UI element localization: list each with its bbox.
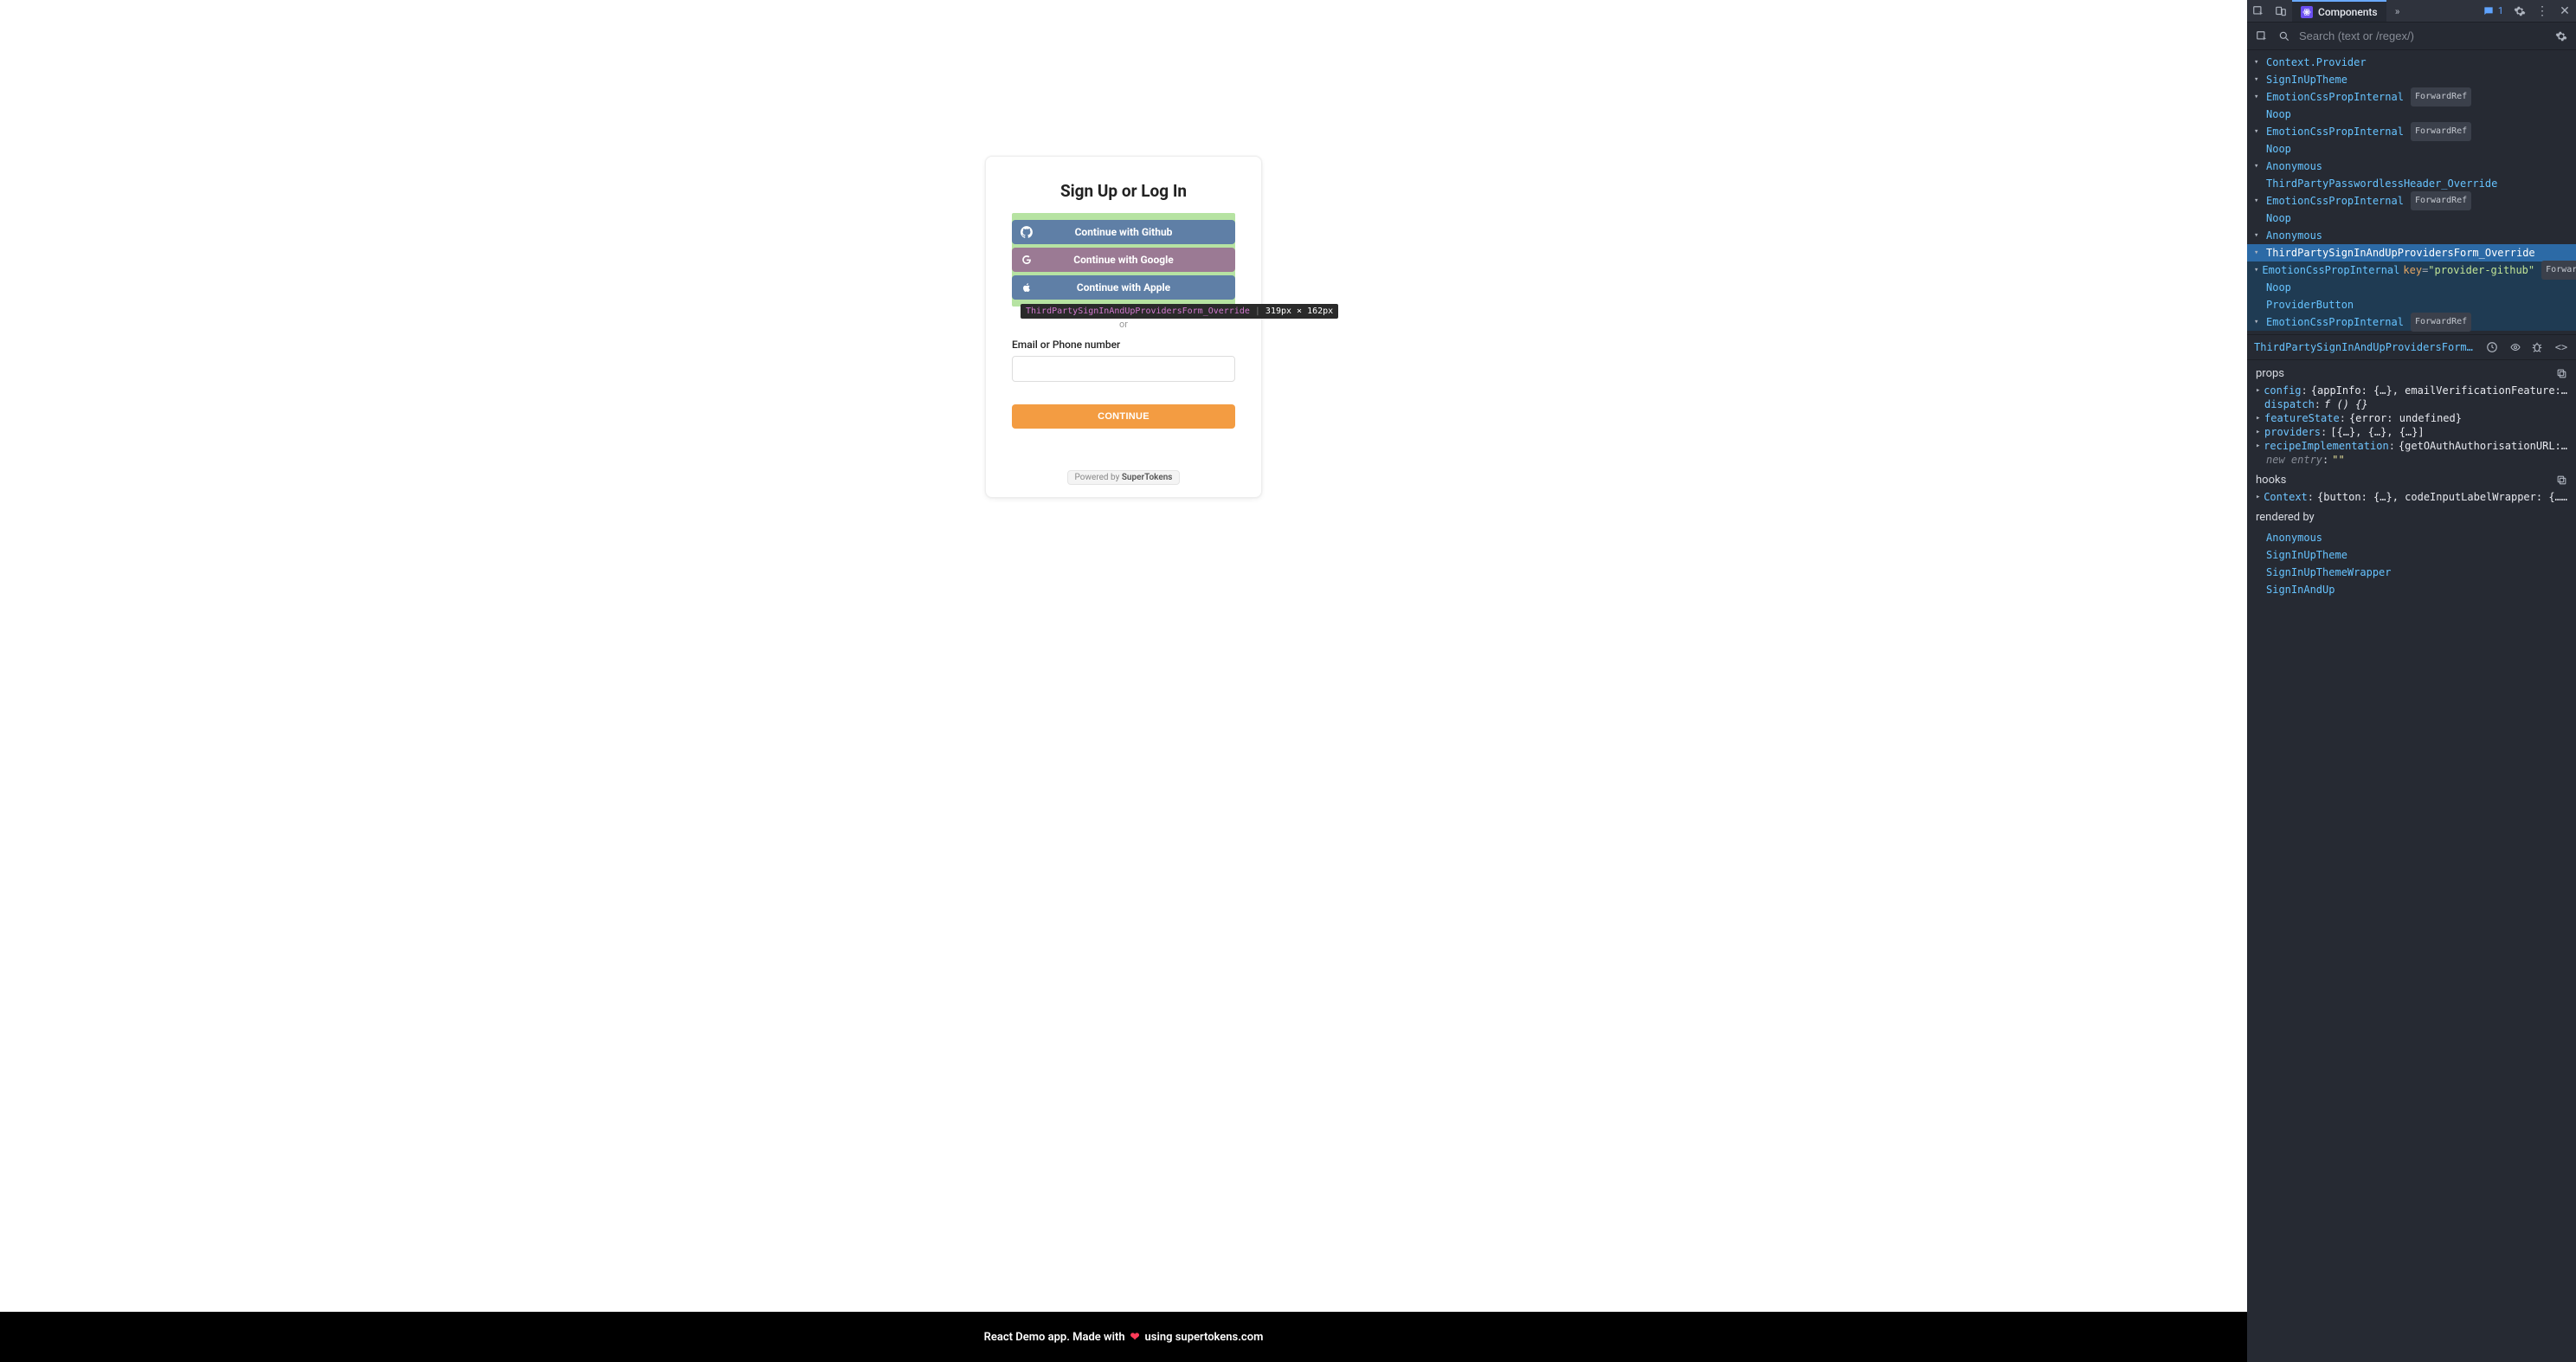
auth-card: Sign Up or Log In Continue with Github C… [985, 156, 1262, 498]
prop-row[interactable]: dispatch: f () {} [2247, 397, 2576, 411]
continue-button[interactable]: CONTINUE [1012, 404, 1235, 429]
hooks-section-header: hooks [2247, 467, 2576, 490]
inspect-element-icon[interactable] [2254, 30, 2270, 42]
prop-row[interactable]: ▸featureState: {error: undefined} [2247, 411, 2576, 425]
suspend-icon[interactable] [2486, 341, 2502, 353]
react-devtools-panel: Components » 1 ⋮ ✕ ▾Context.Provider▾Sig… [2247, 0, 2576, 1362]
rendered-by-label: rendered by [2256, 511, 2315, 524]
element-picker-icon[interactable] [2247, 0, 2270, 22]
continue-with-google-button[interactable]: Continue with Google [1012, 248, 1235, 272]
apple-icon [1021, 281, 1033, 294]
tree-node[interactable]: Noop [2247, 140, 2576, 158]
hooks-label: hooks [2256, 474, 2286, 487]
continue-with-apple-button[interactable]: Continue with Apple [1012, 275, 1235, 300]
tree-node[interactable]: Noop [2247, 279, 2576, 296]
tree-node[interactable]: ▾EmotionCssPropInternalForwardRef [2247, 123, 2576, 140]
tree-node[interactable]: ThirdPartyPasswordlessHeader_Override [2247, 175, 2576, 192]
email-phone-label: Email or Phone number [1012, 339, 1235, 351]
tree-node[interactable]: ▾Context.Provider [2247, 54, 2576, 71]
tree-node[interactable]: ▾Anonymous [2247, 227, 2576, 244]
github-button-label: Continue with Github [1012, 226, 1235, 238]
tree-node[interactable]: ▾EmotionCssPropInternalForwardRef [2247, 313, 2576, 331]
tree-node[interactable]: Noop [2247, 106, 2576, 123]
rendered-by-item[interactable]: SignInAndUp [2266, 581, 2567, 598]
devtools-tab-bar: Components » 1 ⋮ ✕ [2247, 0, 2576, 23]
providers-highlighted-region: Continue with Github Continue with Googl… [1012, 213, 1235, 307]
heart-icon: ❤ [1130, 1331, 1140, 1344]
rendered-by-header: rendered by [2247, 504, 2576, 527]
prop-row[interactable]: ▸config: {appInfo: {…}, emailVerificatio… [2247, 384, 2576, 397]
powered-by: Powered by SuperTokens [1012, 470, 1235, 485]
view-source-icon[interactable]: <> [2553, 341, 2569, 353]
page-footer: React Demo app. Made with ❤ using supert… [0, 1312, 2247, 1362]
tree-node[interactable]: ▾EmotionCssPropInternalForwardRef [2247, 192, 2576, 210]
react-logo-icon [2301, 6, 2313, 18]
email-phone-input[interactable] [1012, 356, 1235, 382]
tree-node[interactable]: ▾SignInUpTheme [2247, 71, 2576, 88]
copy-hooks-icon[interactable] [2556, 474, 2567, 486]
tree-node[interactable]: ▾EmotionCssPropInternal key="provider-gi… [2247, 261, 2576, 279]
tree-node[interactable]: ▾Anonymous [2247, 158, 2576, 175]
more-tabs-icon[interactable]: » [2386, 0, 2409, 22]
issues-badge[interactable]: 1 [2477, 0, 2508, 22]
github-icon [1021, 226, 1033, 238]
debug-icon[interactable] [2531, 341, 2547, 353]
component-tree[interactable]: ▾Context.Provider▾SignInUpTheme▾EmotionC… [2247, 50, 2576, 334]
selected-component-name: ThirdPartySignInAndUpProvidersForm_O… [2254, 341, 2479, 353]
tree-node[interactable]: ProviderButton [2247, 296, 2576, 313]
rendered-by-item[interactable]: SignInUpTheme [2266, 546, 2567, 564]
kebab-menu-icon[interactable]: ⋮ [2531, 0, 2553, 22]
powered-brand: SuperTokens [1122, 473, 1173, 482]
prop-row[interactable]: ▸providers: [{…}, {…}, {…}] [2247, 425, 2576, 439]
tooltip-component-name: ThirdPartySignInAndUpProvidersForm_Overr… [1026, 307, 1250, 316]
footer-text-left: React Demo app. Made with [984, 1331, 1125, 1344]
google-icon [1021, 254, 1033, 266]
powered-prefix: Powered by [1075, 473, 1122, 482]
tab-components[interactable]: Components [2292, 0, 2386, 22]
new-entry-row[interactable]: new entry: "" [2247, 453, 2576, 467]
hook-row[interactable]: ▸Context: {button: {…}, codeInputLabelWr… [2247, 490, 2576, 504]
component-detail-panel: props ▸config: {appInfo: {…}, emailVerif… [2247, 360, 2576, 1362]
auth-title: Sign Up or Log In [1012, 181, 1235, 201]
apple-button-label: Continue with Apple [1012, 281, 1235, 294]
prop-row[interactable]: ▸recipeImplementation: {getOAuthAuthoris… [2247, 439, 2576, 453]
selected-component-bar: ThirdPartySignInAndUpProvidersForm_O… <> [2247, 334, 2576, 360]
rendered-by-item[interactable]: Anonymous [2266, 529, 2567, 546]
components-tab-label: Components [2318, 6, 2378, 18]
inspect-dom-icon[interactable] [2508, 342, 2524, 352]
props-section-header: props [2247, 360, 2576, 384]
or-divider: or [1012, 319, 1235, 330]
settings-gear-icon[interactable] [2508, 0, 2531, 22]
props-label: props [2256, 367, 2284, 380]
page-viewport: Sign Up or Log In Continue with Github C… [0, 0, 2247, 1362]
search-icon [2277, 30, 2292, 42]
devtools-search-row [2247, 23, 2576, 50]
google-button-label: Continue with Google [1012, 254, 1235, 266]
continue-with-github-button[interactable]: Continue with Github [1012, 220, 1235, 244]
device-toggle-icon[interactable] [2270, 0, 2292, 22]
tree-node[interactable]: ▾ThirdPartySignInAndUpProvidersForm_Over… [2247, 244, 2576, 261]
tree-node[interactable]: Noop [2247, 210, 2576, 227]
tooltip-dimensions: 319px × 162px [1265, 307, 1333, 316]
element-inspect-tooltip: ThirdPartySignInAndUpProvidersForm_Overr… [1021, 304, 1338, 319]
footer-text-right: using supertokens.com [1145, 1331, 1264, 1344]
issues-count: 1 [2498, 5, 2503, 16]
search-settings-gear-icon[interactable] [2553, 30, 2569, 42]
close-devtools-icon[interactable]: ✕ [2553, 0, 2576, 22]
rendered-by-item[interactable]: SignInUpThemeWrapper [2266, 564, 2567, 581]
tree-node[interactable]: ▾EmotionCssPropInternalForwardRef [2247, 88, 2576, 106]
copy-props-icon[interactable] [2556, 368, 2567, 379]
component-search-input[interactable] [2299, 29, 2547, 42]
